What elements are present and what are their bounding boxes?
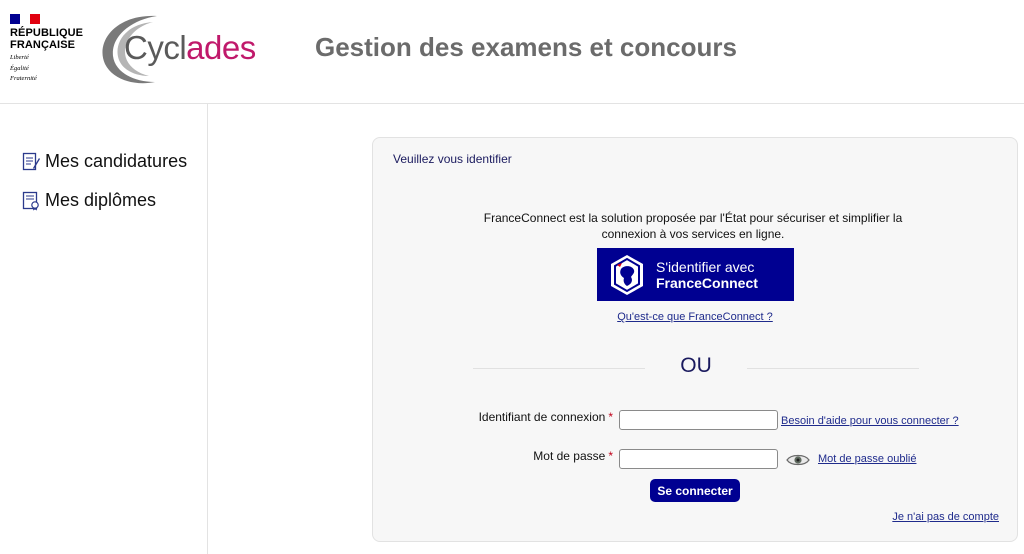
french-flag-icon (10, 14, 40, 24)
separator-line-right (747, 368, 919, 369)
username-input[interactable] (619, 410, 778, 430)
no-account-link[interactable]: Je n'ai pas de compte (892, 511, 999, 523)
document-edit-icon (22, 152, 40, 170)
franceconnect-button[interactable]: S'identifier avec FranceConnect (597, 248, 794, 301)
sidebar-item-label: Mes diplômes (45, 190, 157, 210)
logo-text-part2: ades (186, 29, 256, 66)
republique-francaise-logo: RÉPUBLIQUE FRANÇAISE Liberté Égalité Fra… (10, 14, 83, 83)
login-panel: Veuillez vous identifier FranceConnect e… (372, 137, 1018, 542)
login-submit-button[interactable]: Se connecter (650, 479, 740, 502)
sidebar: Mes candidatures Mes diplômes (0, 104, 208, 554)
franceconnect-button-line1: S'identifier avec (656, 258, 755, 275)
motto-line3: Fraternité (10, 75, 37, 82)
logo-text-part1: Cycl (124, 29, 187, 66)
show-password-eye-icon[interactable] (786, 453, 810, 467)
separator-text: OU (680, 354, 712, 377)
connection-help-link[interactable]: Besoin d'aide pour vous connecter ? (781, 415, 959, 427)
franceconnect-info-link[interactable]: Qu'est-ce que FranceConnect ? (613, 311, 777, 323)
sidebar-item-label: Mes candidatures (45, 151, 188, 171)
forgot-password-link[interactable]: Mot de passe oublié (818, 453, 916, 465)
panel-title: Veuillez vous identifier (393, 152, 512, 166)
header: RÉPUBLIQUE FRANÇAISE Liberté Égalité Fra… (0, 0, 1024, 104)
password-label-text: Mot de passe (533, 449, 606, 463)
sidebar-item-mes-diplomes[interactable]: Mes diplômes (22, 190, 156, 211)
motto-line2: Égalité (10, 64, 29, 72)
sidebar-item-mes-candidatures[interactable]: Mes candidatures (22, 151, 187, 172)
app-title: Gestion des examens et concours (315, 32, 737, 62)
republic-name-line2: FRANÇAISE (10, 39, 76, 51)
required-marker: * (608, 449, 613, 463)
franceconnect-button-line2: FranceConnect (656, 274, 758, 291)
password-input[interactable] (619, 449, 778, 469)
cyclades-logo-text: Cyclades (124, 28, 256, 68)
username-label-text: Identifiant de connexion (478, 410, 606, 424)
or-separator: OU (473, 354, 919, 378)
franceconnect-logo-icon (611, 254, 643, 295)
franceconnect-intro: FranceConnect est la solution proposée p… (483, 211, 903, 241)
motto-line1: Liberté (10, 54, 29, 61)
certificate-icon (22, 191, 39, 210)
republic-name-line1: RÉPUBLIQUE (10, 27, 84, 39)
password-label: Mot de passe * (473, 449, 613, 463)
username-label: Identifiant de connexion * (473, 410, 613, 424)
required-marker: * (608, 410, 613, 424)
